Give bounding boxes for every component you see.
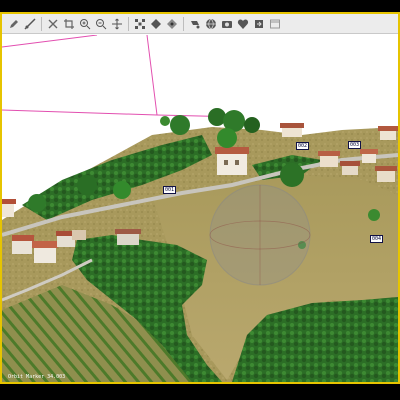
central-house	[215, 147, 249, 175]
camera-icon[interactable]	[219, 16, 234, 31]
layers-icon[interactable]	[187, 16, 202, 31]
status-readout: Orbit Marker 34.003	[8, 374, 66, 380]
zoom-out-icon[interactable]	[93, 16, 108, 31]
app-window: 001 002 003 004 Orbit Marker 34.003	[0, 12, 400, 384]
close-icon[interactable]	[45, 16, 60, 31]
waypoint-label[interactable]: 003	[348, 141, 362, 149]
waypoint-label[interactable]: 001	[163, 186, 177, 194]
grid-icon[interactable]	[132, 16, 147, 31]
zoom-in-icon[interactable]	[77, 16, 92, 31]
crop-icon[interactable]	[61, 16, 76, 31]
toolbar-separator	[183, 16, 184, 31]
diamond-icon[interactable]	[148, 16, 163, 31]
toolbar	[2, 14, 398, 34]
3d-viewport[interactable]: 001 002 003 004 Orbit Marker 34.003	[2, 35, 398, 382]
nodes-icon[interactable]	[164, 16, 179, 31]
waypoint-label[interactable]: 004	[370, 235, 384, 243]
share-icon[interactable]	[251, 16, 266, 31]
toolbar-separator	[41, 16, 42, 31]
toolbar-separator	[128, 16, 129, 31]
window-icon[interactable]	[267, 16, 282, 31]
waypoint-label[interactable]: 002	[296, 142, 310, 150]
orbit-target-sphere[interactable]	[209, 184, 311, 286]
move-icon[interactable]	[109, 16, 124, 31]
measure-tool-icon[interactable]	[22, 16, 37, 31]
globe-icon[interactable]	[203, 16, 218, 31]
screen-frame: 001 002 003 004 Orbit Marker 34.003	[0, 0, 400, 400]
heart-shield-icon[interactable]	[235, 16, 250, 31]
pencil-tool-icon[interactable]	[6, 16, 21, 31]
point-cloud-scene[interactable]	[2, 35, 398, 382]
